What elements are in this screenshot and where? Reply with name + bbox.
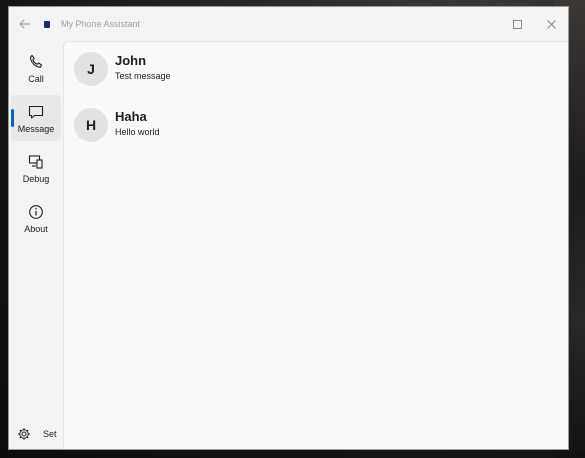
contact-name: Haha (115, 109, 147, 124)
contact-name: John (115, 53, 147, 68)
nav-item-message[interactable]: Message (11, 95, 61, 141)
selection-indicator (11, 109, 14, 127)
devices-icon (27, 153, 45, 171)
maximize-button[interactable] (500, 7, 534, 41)
nav-item-call[interactable]: Call (11, 45, 61, 91)
message-list: J John Test message H Haha Hello world (63, 41, 568, 449)
nav-item-debug[interactable]: Debug (11, 145, 61, 191)
back-button[interactable] (9, 7, 41, 41)
message-preview: Hello world (115, 127, 160, 137)
phone-icon (27, 53, 45, 71)
message-text: John Test message (115, 53, 171, 82)
nav-label-call: Call (28, 73, 44, 84)
nav-label-debug: Debug (22, 173, 50, 184)
nav-label-settings: Set (43, 429, 57, 439)
avatar: H (74, 108, 108, 142)
close-button[interactable] (534, 7, 568, 41)
message-preview: Test message (115, 71, 171, 81)
title-bar: My Phone Assistant (9, 7, 568, 41)
chat-icon (27, 103, 45, 121)
gear-icon (15, 425, 33, 443)
navigation-pane: Call Message Debug About Set (9, 41, 63, 449)
nav-item-about[interactable]: About (11, 195, 61, 241)
app-window: My Phone Assistant Call Message Debug Ab… (8, 6, 569, 450)
maximize-icon (512, 19, 522, 29)
list-item[interactable]: J John Test message (74, 52, 171, 86)
avatar: J (74, 52, 108, 86)
nav-label-about: About (24, 223, 48, 234)
back-arrow-icon (19, 19, 30, 29)
info-icon (27, 203, 45, 221)
message-text: Haha Hello world (115, 109, 160, 138)
nav-label-message: Message (17, 123, 55, 134)
nav-item-settings[interactable]: Set (15, 425, 57, 443)
close-icon (546, 19, 556, 29)
app-icon (43, 20, 51, 28)
window-title: My Phone Assistant (61, 19, 141, 29)
list-item[interactable]: H Haha Hello world (74, 108, 160, 142)
